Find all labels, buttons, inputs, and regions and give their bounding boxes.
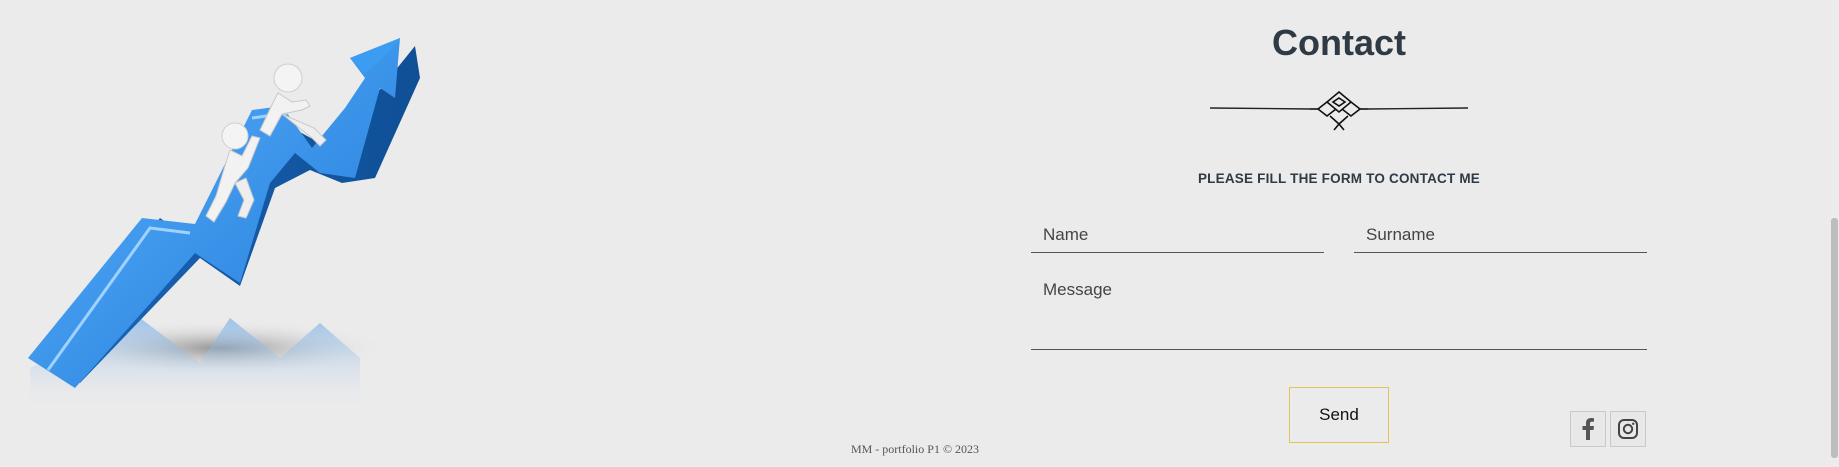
ornament-divider — [1210, 90, 1468, 131]
instagram-icon — [1618, 419, 1638, 439]
send-button[interactable]: Send — [1289, 387, 1389, 443]
message-input[interactable] — [1031, 272, 1647, 350]
page-scrollbar[interactable] — [1830, 0, 1839, 467]
contact-page: Contact PLEASE FILL THE FORM TO CONTACT … — [0, 0, 1839, 467]
name-input[interactable] — [1031, 218, 1324, 253]
footer-copyright: MM - portfolio P1 © 2023 — [850, 442, 980, 456]
surname-input[interactable] — [1354, 218, 1647, 253]
growth-arrow-illustration — [28, 38, 420, 413]
scrollbar-thumb[interactable] — [1831, 218, 1838, 458]
form-subtitle: PLEASE FILL THE FORM TO CONTACT ME — [1197, 171, 1481, 186]
facebook-icon — [1582, 418, 1594, 440]
page-title: Contact — [1272, 22, 1406, 63]
